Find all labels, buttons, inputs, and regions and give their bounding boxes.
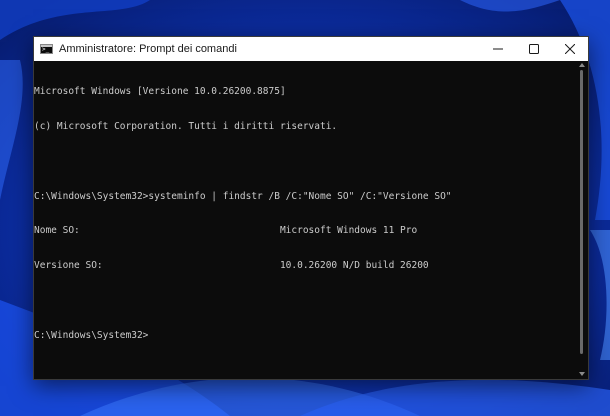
cmd-icon: >_: [40, 44, 53, 54]
minimize-icon: [493, 48, 503, 50]
console-line: C:\Windows\System32>systeminfo | findstr…: [34, 190, 452, 202]
maximize-icon: [529, 44, 539, 54]
console-line: Nome SO: Microsoft Windows 11 Pro: [34, 225, 418, 237]
scroll-down-arrow-icon[interactable]: [579, 372, 585, 376]
scroll-thumb[interactable]: [580, 70, 583, 354]
console-line: Versione SO: 10.0.26200 N/D build 26200: [34, 260, 429, 272]
window-controls: [480, 37, 588, 61]
command-prompt-window: >_ Amministratore: Prompt dei comandi Mi…: [33, 36, 589, 380]
scroll-up-arrow-icon[interactable]: [579, 63, 585, 67]
title-bar[interactable]: >_ Amministratore: Prompt dei comandi: [34, 37, 588, 61]
close-icon: [565, 44, 575, 54]
console-line: Microsoft Windows [Versione 10.0.26200.8…: [34, 86, 286, 98]
close-button[interactable]: [552, 37, 588, 61]
vertical-scrollbar[interactable]: [576, 61, 588, 379]
console-output[interactable]: Microsoft Windows [Versione 10.0.26200.8…: [34, 61, 576, 379]
maximize-button[interactable]: [516, 37, 552, 61]
console-line: (c) Microsoft Corporation. Tutti i dirit…: [34, 120, 338, 132]
console-prompt-line: C:\Windows\System32>: [34, 329, 149, 341]
window-title: Amministratore: Prompt dei comandi: [59, 43, 237, 55]
minimize-button[interactable]: [480, 37, 516, 61]
